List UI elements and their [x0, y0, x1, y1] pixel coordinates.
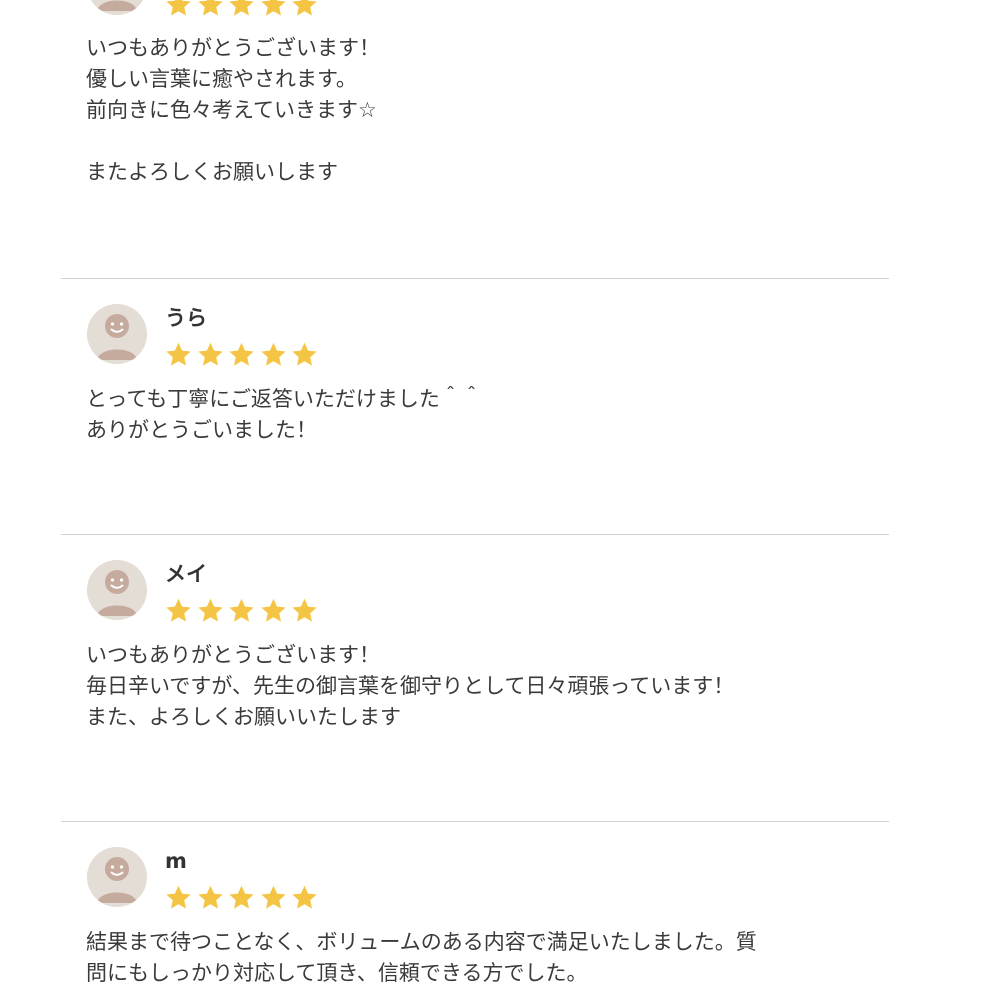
review-line: 前向きに色々考えていきます☆	[86, 98, 377, 122]
user-avatar-icon	[87, 847, 147, 907]
review-line: ありがとうごいました！	[86, 418, 317, 442]
star-icon	[292, 342, 317, 366]
reviewer-name: m	[165, 849, 187, 873]
star-icon	[197, 885, 223, 909]
review-line: 問にもしっかり対応して頂き、信頼できる方でした。	[86, 961, 588, 985]
star-icon	[260, 598, 286, 622]
user-avatar-icon	[87, 0, 147, 15]
star-icon	[229, 0, 254, 16]
review-item: m 結果まで待つことなく、ボリュームのある内容で満足いたしました。質 問にもしっ…	[0, 822, 991, 991]
star-icon	[292, 0, 317, 16]
star-icon	[260, 0, 286, 16]
star-rating	[165, 884, 323, 914]
star-icon	[260, 342, 286, 366]
review-text: いつもありがとうございます！ 毎日辛いですが、先生の御言葉を御守りとして日々頑張…	[86, 640, 886, 733]
star-icon	[197, 598, 223, 622]
star-icon	[292, 598, 317, 622]
review-text: とっても丁寧にご返答いただけました＾＾ ありがとうごいました！	[86, 384, 886, 446]
star-icon	[229, 342, 254, 366]
star-icon	[229, 598, 254, 622]
user-avatar-icon	[87, 304, 147, 364]
review-line: 優しい言葉に癒やされます。	[86, 67, 357, 91]
star-icon	[260, 885, 286, 909]
star-rating	[165, 0, 323, 21]
review-item: いつもありがとうございます！ 優しい言葉に癒やされます。 前向きに色々考えていき…	[0, 0, 991, 278]
review-line	[86, 126, 886, 157]
review-line: またよろしくお願いします	[86, 160, 338, 184]
review-list: いつもありがとうございます！ 優しい言葉に癒やされます。 前向きに色々考えていき…	[0, 0, 991, 991]
review-line: 毎日辛いですが、先生の御言葉を御守りとして日々頑張っています！	[86, 674, 735, 698]
reviewer-name: メイ	[165, 562, 207, 586]
star-icon	[197, 0, 223, 16]
review-line: 結果まで待つことなく、ボリュームのある内容で満足いたしました。質	[86, 930, 757, 954]
user-avatar-icon	[87, 560, 147, 620]
star-icon	[166, 0, 191, 16]
star-icon	[166, 885, 191, 909]
star-icon	[197, 342, 223, 366]
review-item: うら とっても丁寧にご返答いただけました＾＾ ありがとうごいました！	[0, 279, 991, 534]
star-rating	[165, 597, 323, 627]
star-rating	[165, 341, 323, 371]
review-line: いつもありがとうございます！	[86, 643, 380, 667]
review-line: いつもありがとうございます！	[86, 36, 380, 60]
review-line: とっても丁寧にご返答いただけました＾＾	[86, 387, 482, 411]
star-icon	[166, 598, 191, 622]
review-text: いつもありがとうございます！ 優しい言葉に癒やされます。 前向きに色々考えていき…	[86, 33, 886, 188]
reviewer-name: うら	[165, 306, 207, 330]
review-line: また、よろしくお願いいたします	[86, 705, 401, 729]
review-item: メイ いつもありがとうございます！ 毎日辛いですが、先生の御言葉を御守りとして日…	[0, 535, 991, 821]
star-icon	[229, 885, 254, 909]
review-text: 結果まで待つことなく、ボリュームのある内容で満足いたしました。質 問にもしっかり…	[86, 927, 886, 989]
star-icon	[292, 885, 317, 909]
star-icon	[166, 342, 191, 366]
